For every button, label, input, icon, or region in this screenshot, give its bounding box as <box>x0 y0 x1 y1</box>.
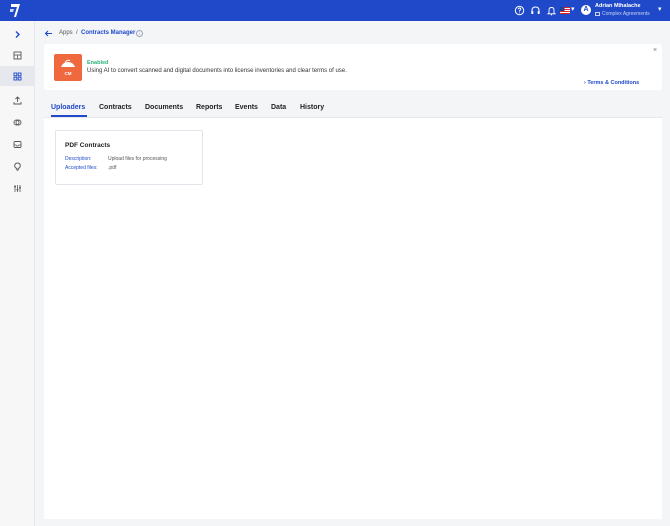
tab-reports[interactable]: Reports <box>196 104 222 111</box>
user-menu-chevron-down-icon[interactable]: ▾ <box>658 5 666 15</box>
uploader-card-title: PDF Contracts <box>65 142 111 149</box>
dashboard-icon <box>13 51 22 59</box>
app-banner: CM Enabled Using AI to convert scanned a… <box>44 44 662 90</box>
bell-icon[interactable] <box>546 5 557 16</box>
headset-icon[interactable] <box>530 5 541 16</box>
description-value: Upload files for processing <box>108 156 167 162</box>
sidebar-expand-button[interactable] <box>0 24 35 44</box>
sliders-icon <box>14 184 21 192</box>
brand-logo-icon[interactable] <box>9 3 21 18</box>
building-icon <box>595 11 600 16</box>
inbox-icon <box>13 140 22 148</box>
help-icon[interactable] <box>514 5 525 16</box>
upload-icon <box>13 95 22 104</box>
breadcrumb-current: Contracts Manager <box>81 30 136 36</box>
terms-conditions-link[interactable]: › Terms & Conditions <box>584 80 639 86</box>
accepted-files-label: Accepted files: <box>65 165 98 171</box>
user-org-label: Complex Agreements <box>602 11 650 17</box>
sidebar-item-dashboard[interactable] <box>0 45 35 65</box>
chevron-right-icon <box>15 30 20 38</box>
accepted-files-value: .pdf <box>108 165 117 171</box>
breadcrumb-separator: / <box>76 30 78 36</box>
tab-uploaders[interactable]: Uploaders <box>51 104 85 111</box>
user-org: Complex Agreements <box>595 11 650 17</box>
user-name[interactable]: Adrian Mihalache <box>595 3 641 9</box>
status-badge: Enabled <box>87 60 109 66</box>
avatar[interactable]: A <box>581 5 591 15</box>
tab-documents[interactable]: Documents <box>145 104 183 111</box>
description-label: Description: <box>65 156 92 162</box>
tab-data[interactable]: Data <box>271 104 286 111</box>
sidebar-item-inbox[interactable] <box>0 134 35 154</box>
sidebar-item-apps[interactable] <box>0 66 35 86</box>
lightbulb-icon <box>14 162 21 171</box>
sidebar-item-settings[interactable] <box>0 178 35 198</box>
tab-events[interactable]: Events <box>235 104 258 111</box>
apps-grid-icon <box>13 72 22 80</box>
sidebar-item-agreements[interactable] <box>0 112 35 132</box>
cloud-icon <box>61 59 75 67</box>
tab-contracts[interactable]: Contracts <box>99 104 132 111</box>
language-chevron-down-icon[interactable]: ▾ <box>571 6 578 14</box>
app-description: Using AI to convert scanned and digital … <box>87 68 347 74</box>
breadcrumb-apps[interactable]: Apps <box>59 30 73 36</box>
uploader-card[interactable]: PDF Contracts Description: Upload files f… <box>55 130 203 185</box>
handshake-icon <box>13 119 22 125</box>
app-logo: CM <box>54 54 82 81</box>
sidebar <box>0 21 35 526</box>
back-arrow-icon[interactable] <box>44 29 53 38</box>
uploader-card-description-row: Description: Upload files for processing <box>65 156 167 162</box>
uploader-card-accepted-row: Accepted files: .pdf <box>65 165 116 171</box>
app-logo-text: CM <box>64 71 72 76</box>
top-bar: ▾ A Adrian Mihalache Complex Agreements … <box>0 0 670 21</box>
info-icon[interactable]: i <box>136 30 143 37</box>
sidebar-item-insights[interactable] <box>0 156 35 176</box>
us-flag-icon[interactable] <box>560 7 570 14</box>
sidebar-item-upload[interactable] <box>0 90 35 110</box>
close-icon[interactable]: × <box>651 47 659 55</box>
tab-history[interactable]: History <box>300 104 324 111</box>
uploaders-panel: PDF Contracts Description: Upload files f… <box>44 117 662 519</box>
